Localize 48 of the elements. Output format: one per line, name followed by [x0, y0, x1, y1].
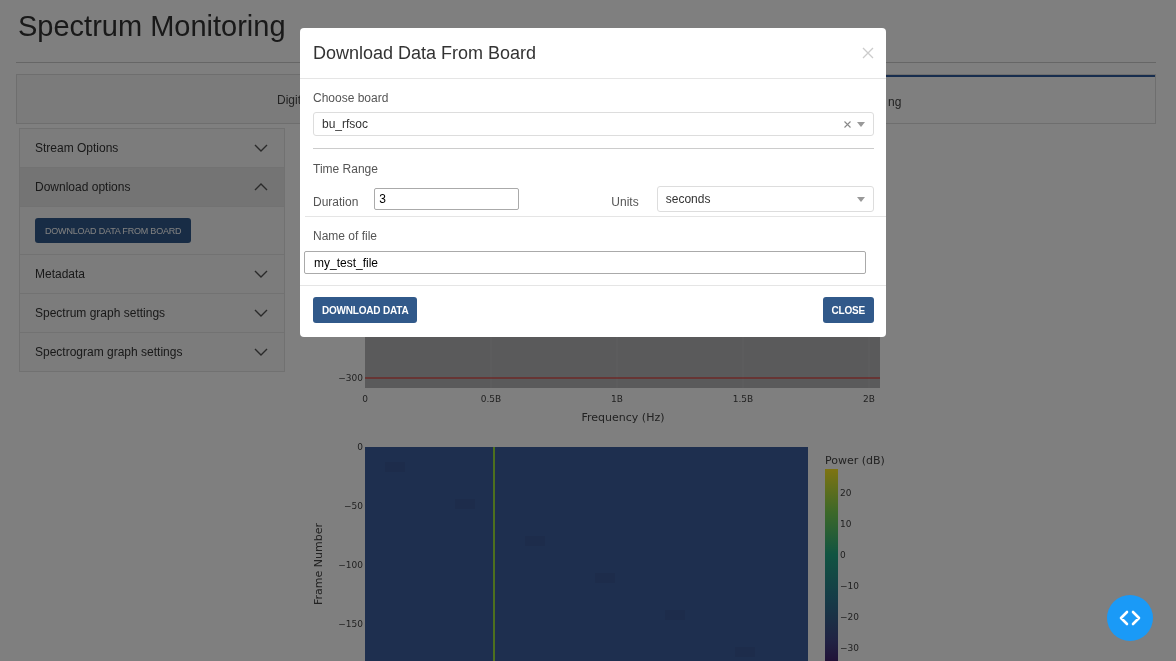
- download-board-button[interactable]: DOWNLOAD DATA FROM BOARD: [35, 218, 192, 243]
- axis-tick-label: 2B: [863, 394, 875, 404]
- axis-tick-label: 1.5B: [732, 394, 754, 404]
- axis-tick-label: 1B: [611, 394, 623, 404]
- axis-tick-label: 0: [362, 394, 368, 404]
- accordion-header[interactable]: Download options: [20, 168, 284, 207]
- page-title: Spectrum Monitoring: [17, 9, 287, 44]
- section-label: Time Range: [313, 162, 379, 176]
- axis-title: Frame Number: [312, 523, 325, 605]
- duration-input[interactable]: 3: [374, 188, 520, 210]
- chevron-down-icon: [254, 270, 268, 278]
- filename-input[interactable]: my_test_file: [304, 251, 866, 274]
- code-icon: [1119, 610, 1141, 626]
- accordion-header[interactable]: Metadata: [20, 255, 284, 294]
- colorbar-tick-label: 20: [840, 488, 852, 498]
- axis-tick-label: −150: [338, 619, 363, 629]
- field-label: Choose board: [313, 91, 390, 105]
- axis-tick-label: −100: [338, 560, 363, 570]
- chevron-up-icon: [254, 183, 268, 191]
- close-button[interactable]: CLOSE: [822, 297, 874, 323]
- axis-tick-label: −50: [344, 501, 363, 511]
- colorbar-tick-label: −10: [840, 581, 859, 591]
- colorbar-tick-label: 0: [840, 550, 846, 560]
- chevron-down-icon: [254, 144, 268, 152]
- board-dropdown[interactable]: bu_rfsoc: [313, 112, 874, 136]
- field-label: Duration: [313, 195, 359, 209]
- chevron-down-icon: [254, 309, 268, 317]
- accordion-header[interactable]: Spectrogram graph settings: [20, 333, 284, 371]
- axis-title: Frequency (Hz): [581, 411, 665, 424]
- caret-icon: [857, 121, 865, 127]
- units-dropdown[interactable]: seconds: [656, 186, 874, 212]
- tab[interactable]: Digit: [17, 75, 301, 123]
- download-data-button[interactable]: DOWNLOAD DATA: [313, 297, 418, 323]
- caret-icon: [857, 196, 865, 202]
- code-toggle-button[interactable]: [1107, 595, 1153, 641]
- colorbar-title: Power (dB): [825, 454, 885, 467]
- dialog-title: Download Data From Board: [313, 42, 537, 64]
- colorbar-tick-label: 10: [840, 519, 852, 529]
- accordion-header[interactable]: Spectrum graph settings: [20, 294, 284, 333]
- chevron-down-icon: [254, 348, 268, 356]
- colorbar-tick-label: −30: [840, 643, 859, 653]
- colorbar-tick-label: −20: [840, 612, 859, 622]
- field-label: Units: [611, 195, 639, 209]
- axis-tick-label: 0: [357, 442, 363, 452]
- clear-icon[interactable]: [844, 120, 851, 128]
- field-label: Name of file: [312, 229, 379, 243]
- axis-tick-label: 0.5B: [480, 394, 502, 404]
- axis-tick-label: −300: [338, 373, 363, 383]
